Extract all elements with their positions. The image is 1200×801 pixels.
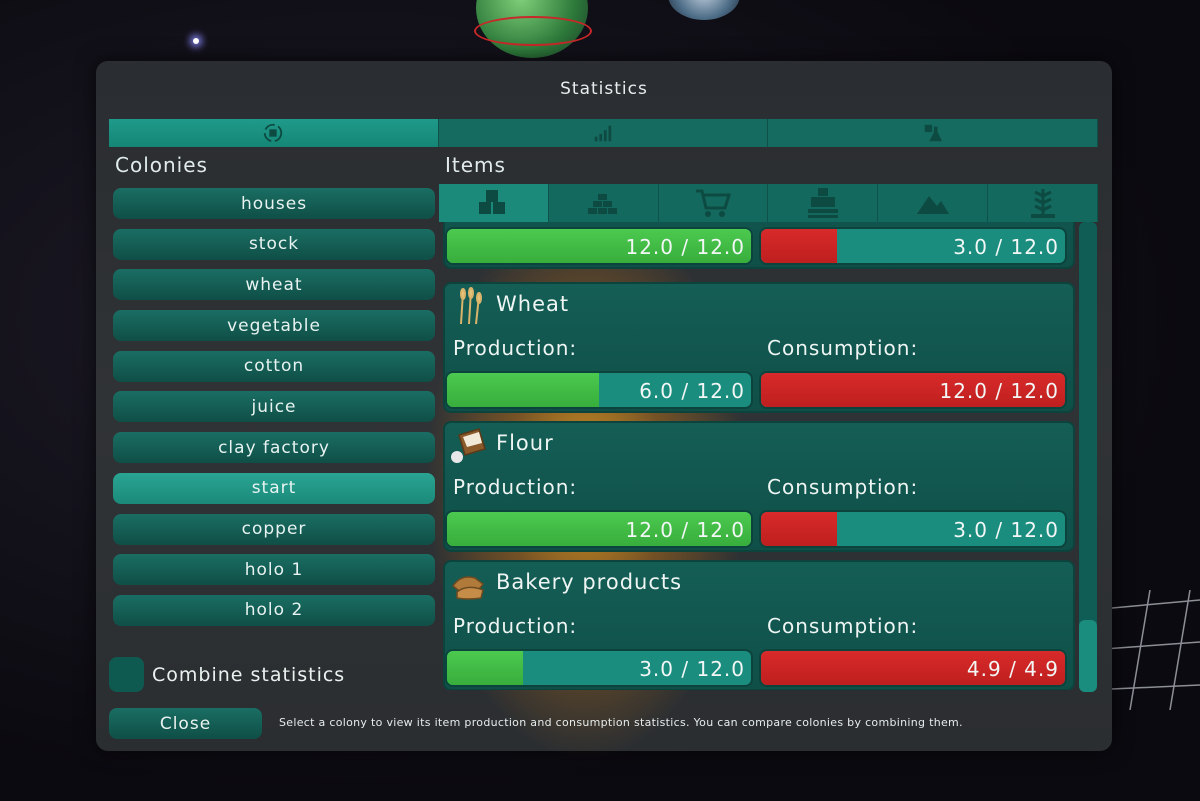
main-tabs — [109, 119, 1099, 147]
colony-button-clay-factory[interactable]: clay factory — [113, 432, 435, 464]
category-tab-cart[interactable] — [658, 184, 769, 222]
consumption-bar: 4.9 / 4.9 — [759, 649, 1067, 687]
production-value: 12.0 / 12.0 — [625, 235, 745, 259]
category-tab-minerals[interactable] — [878, 184, 989, 222]
window-title: Statistics — [560, 79, 648, 99]
item-card: 12.0 / 12.0 3.0 / 12.0 — [443, 222, 1075, 269]
colony-button-vegetable[interactable]: vegetable — [113, 310, 435, 342]
production-value: 6.0 / 12.0 — [639, 379, 745, 403]
category-tab-bricks[interactable] — [548, 184, 659, 222]
item-name: Bakery products — [496, 570, 683, 594]
combine-label: Combine statistics — [152, 663, 346, 686]
colony-button-holo-2[interactable]: holo 2 — [113, 594, 435, 626]
items-scrollbar[interactable] — [1079, 222, 1097, 692]
consumption-label: Consumption: — [767, 336, 919, 360]
tab-research[interactable] — [768, 119, 1099, 147]
production-fill — [447, 651, 523, 685]
production-fill — [447, 373, 599, 407]
item-category-tabs — [439, 184, 1098, 222]
item-card-bakery-products: Bakery products Production: Consumption:… — [443, 560, 1075, 690]
consumption-bar: 3.0 / 12.0 — [759, 510, 1067, 548]
items-heading: Items — [445, 153, 506, 177]
combine-checkbox[interactable] — [109, 657, 144, 692]
colony-cycle-icon — [264, 123, 283, 143]
consumption-bar: 12.0 / 12.0 — [759, 371, 1067, 409]
production-label: Production: — [453, 475, 578, 499]
consumption-value: 3.0 / 12.0 — [953, 235, 1059, 259]
colony-list: houses stock wheat vegetable cotton juic… — [113, 188, 435, 636]
colony-button-start[interactable]: start — [113, 472, 435, 504]
colony-button-houses[interactable]: houses — [113, 188, 435, 219]
colony-button-holo-1[interactable]: holo 1 — [113, 554, 435, 586]
category-tab-pallet[interactable] — [768, 184, 879, 222]
consumption-value: 4.9 / 4.9 — [966, 657, 1059, 681]
mountain-ore-icon — [916, 196, 949, 214]
consumption-label: Consumption: — [767, 475, 919, 499]
consumption-fill — [761, 229, 837, 263]
planet-blue — [668, 0, 740, 20]
colony-button-stock[interactable]: stock — [113, 228, 435, 260]
tab-colonies[interactable] — [109, 119, 439, 147]
planet-orbit-ring — [474, 16, 592, 46]
production-bar: 3.0 / 12.0 — [445, 649, 753, 687]
item-card-flour: Flour Production: Consumption: 12.0 / 12… — [443, 421, 1075, 552]
production-bar: 6.0 / 12.0 — [445, 371, 753, 409]
production-bar: 12.0 / 12.0 — [445, 510, 753, 548]
colony-button-copper[interactable]: copper — [113, 513, 435, 545]
item-card-wheat: Wheat Production: Consumption: 6.0 / 12.… — [443, 282, 1075, 413]
item-name: Flour — [496, 431, 554, 455]
shopping-cart-icon — [696, 189, 732, 217]
pallet-icon — [807, 188, 838, 218]
colony-button-wheat[interactable]: wheat — [113, 269, 435, 301]
consumption-bar: 3.0 / 12.0 — [759, 227, 1067, 265]
combine-statistics-toggle[interactable]: Combine statistics — [109, 657, 345, 692]
close-button[interactable]: Close — [109, 708, 262, 739]
colonies-heading: Colonies — [115, 153, 208, 177]
category-tab-boxes[interactable] — [439, 184, 549, 222]
help-text: Select a colony to view its item product… — [279, 716, 963, 729]
production-bar: 12.0 / 12.0 — [445, 227, 753, 265]
production-value: 3.0 / 12.0 — [639, 657, 745, 681]
consumption-value: 3.0 / 12.0 — [953, 518, 1059, 542]
research-flask-icon — [924, 124, 942, 142]
statistics-window: Statistics Colonies Items houses stock w… — [96, 61, 1112, 761]
tab-statistics[interactable] — [438, 119, 769, 147]
wheat-icon — [460, 287, 482, 325]
item-statistics-list: 12.0 / 12.0 3.0 / 12.0 Wheat Production:… — [443, 222, 1075, 690]
flour-sack-icon — [451, 428, 486, 463]
category-tab-crops[interactable] — [988, 184, 1098, 222]
item-name: Wheat — [496, 292, 570, 316]
production-label: Production: — [453, 614, 578, 638]
bricks-icon — [588, 194, 618, 214]
bar-chart-icon — [594, 125, 612, 142]
colony-button-juice[interactable]: juice — [113, 391, 435, 423]
consumption-fill — [761, 512, 837, 546]
bread-icon — [451, 576, 484, 600]
production-value: 12.0 / 12.0 — [625, 518, 745, 542]
consumption-label: Consumption: — [767, 614, 919, 638]
consumption-value: 12.0 / 12.0 — [939, 379, 1059, 403]
production-label: Production: — [453, 336, 578, 360]
colony-button-cotton[interactable]: cotton — [113, 350, 435, 382]
crop-plant-icon — [1030, 189, 1055, 218]
scrollbar-thumb[interactable] — [1079, 620, 1097, 692]
boxes-icon — [479, 190, 506, 214]
star — [193, 38, 199, 44]
